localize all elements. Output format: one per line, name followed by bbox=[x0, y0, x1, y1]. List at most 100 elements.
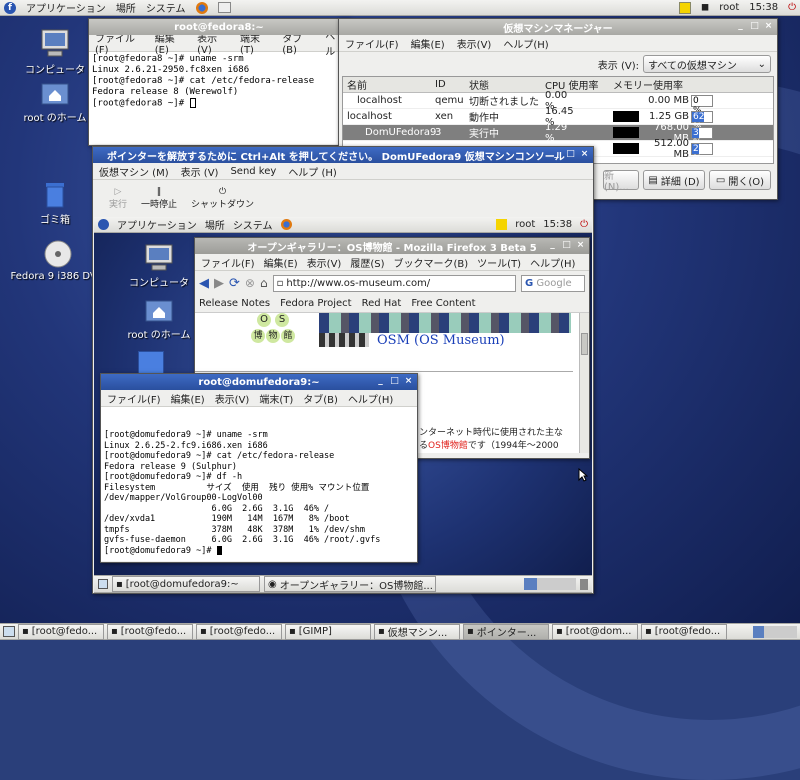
user-name[interactable]: root bbox=[719, 2, 739, 13]
desktop-icon-home[interactable]: root のホーム bbox=[10, 80, 100, 124]
bookmark-red-hat[interactable]: Red Hat bbox=[362, 298, 402, 309]
guest-applications-menu[interactable]: アプリケーション bbox=[117, 217, 197, 232]
notes-icon[interactable] bbox=[496, 219, 508, 230]
show-desktop-icon[interactable] bbox=[3, 626, 15, 637]
guest-trash-icon[interactable] bbox=[138, 351, 164, 375]
home-icon[interactable]: ⌂ bbox=[260, 276, 268, 290]
menu-history[interactable]: 履歴(S) bbox=[350, 255, 384, 270]
menu-vm[interactable]: 仮想マシン (M) bbox=[99, 164, 169, 179]
site-title[interactable]: OSM (OS Museum) bbox=[377, 333, 505, 348]
menu-tabs[interactable]: タブ(B) bbox=[303, 391, 338, 406]
close-icon[interactable]: × bbox=[763, 21, 774, 32]
mail-launcher-icon[interactable] bbox=[217, 2, 231, 13]
taskbar-item[interactable]: ▪ 仮想マシン... bbox=[374, 623, 460, 640]
vm-row[interactable]: DomUFedora93実行中1.29 %768.00 MB37 % bbox=[343, 122, 773, 148]
places-menu[interactable]: 場所 bbox=[116, 0, 136, 15]
bookmark-free-content[interactable]: Free Content bbox=[411, 298, 475, 309]
menu-sendkey[interactable]: Send key bbox=[230, 166, 276, 177]
menu-terminal[interactable]: 端末(T) bbox=[259, 391, 293, 406]
view-filter-select[interactable]: すべての仮想マシン ⌄ bbox=[643, 55, 771, 73]
menu-view[interactable]: 表示(V) bbox=[307, 255, 342, 270]
workspace-switcher[interactable] bbox=[524, 578, 576, 590]
guest-icon-home[interactable]: root のホーム bbox=[114, 297, 204, 341]
terminal-output[interactable]: [root@fedora8 ~]# uname -srm Linux 2.6.21… bbox=[89, 52, 349, 144]
col-memory[interactable]: メモリー使用率 bbox=[613, 77, 683, 92]
guest-icon-computer[interactable]: コンピュータ bbox=[114, 243, 204, 289]
open-button[interactable]: ▭ 開く(O) bbox=[709, 170, 771, 190]
clock[interactable]: 15:38 bbox=[749, 2, 778, 13]
menu-view[interactable]: 表示(V) bbox=[215, 391, 250, 406]
bookmark-fedora-project[interactable]: Fedora Project bbox=[280, 298, 351, 309]
title-bar[interactable]: オープンギャラリー：OS博物館 - Mozilla Firefox 3 Beta… bbox=[195, 238, 589, 254]
guest-places-menu[interactable]: 場所 bbox=[205, 217, 225, 232]
title-bar[interactable]: ポインターを解放するために Ctrl+Alt を押してください。 DomUFed… bbox=[93, 147, 593, 163]
workspace-switcher[interactable] bbox=[753, 625, 797, 638]
taskbar-item[interactable]: ▪ [GIMP] bbox=[285, 623, 371, 640]
scrollbar[interactable] bbox=[579, 313, 589, 453]
guest-user-name[interactable]: root bbox=[515, 219, 535, 230]
col-id[interactable]: ID bbox=[435, 79, 469, 90]
menu-edit[interactable]: 編集(E) bbox=[171, 391, 205, 406]
desktop-icon-computer[interactable]: コンピュータ bbox=[10, 28, 100, 76]
guest-task-terminal[interactable]: ▪ [root@domufedora9:~ bbox=[112, 576, 260, 592]
menu-view[interactable]: 表示 (V) bbox=[181, 164, 219, 179]
show-desktop-icon[interactable] bbox=[98, 579, 108, 589]
menu-file[interactable]: ファイル(F) bbox=[201, 255, 255, 270]
menu-help[interactable]: ヘルプ(H) bbox=[348, 391, 393, 406]
details-button[interactable]: ▤ 詳細 (D) bbox=[643, 170, 705, 190]
guest-screen[interactable]: アプリケーション 場所 システム root 15:38 ⏻ コンピュータ roo… bbox=[94, 217, 592, 593]
menu-view[interactable]: 表示(V) bbox=[457, 36, 492, 51]
firefox-launcher-icon[interactable] bbox=[280, 219, 292, 230]
title-bar[interactable]: root@fedora8:~ _ bbox=[89, 19, 349, 35]
reload-icon[interactable]: ⟳ bbox=[229, 276, 240, 291]
forward-icon[interactable]: ▶ bbox=[214, 276, 224, 291]
new-vm-button[interactable]: 新(N)... bbox=[603, 170, 639, 193]
title-bar[interactable]: root@domufedora9:~ _ □ × bbox=[101, 374, 417, 390]
menu-help[interactable]: ヘルプ (H) bbox=[288, 164, 337, 179]
menu-edit[interactable]: 編集(E) bbox=[411, 36, 445, 51]
vm-console-window[interactable]: ポインターを解放するために Ctrl+Alt を押してください。 DomUFed… bbox=[92, 146, 594, 594]
maximize-icon[interactable]: □ bbox=[749, 21, 760, 32]
notes-icon[interactable] bbox=[678, 1, 691, 14]
trash-applet-icon[interactable] bbox=[580, 578, 588, 590]
system-menu[interactable]: システム bbox=[146, 0, 186, 15]
menu-help[interactable]: ヘルプ(H) bbox=[530, 255, 575, 270]
menu-help[interactable]: ヘルプ(H) bbox=[503, 36, 548, 51]
minimize-icon[interactable]: _ bbox=[551, 149, 562, 160]
minimize-icon[interactable]: _ bbox=[547, 240, 558, 251]
terminal-window-host[interactable]: root@fedora8:~ _ ファイル(F) 編集(E) 表示(V) 端末(… bbox=[88, 18, 350, 146]
terminal-window-guest[interactable]: root@domufedora9:~ _ □ × ファイル(F) 編集(E) 表示(… bbox=[100, 373, 418, 563]
terminal-output[interactable]: [root@domufedora9 ~]# uname -srm Linux 2.… bbox=[101, 407, 417, 561]
close-icon[interactable]: × bbox=[579, 149, 590, 160]
shutdown-button[interactable]: ⏻ シャットダウン bbox=[191, 187, 254, 210]
back-icon[interactable]: ◀ bbox=[199, 276, 209, 291]
menu-file[interactable]: ファイル(F) bbox=[107, 391, 161, 406]
desktop-icon-dvd[interactable]: Fedora 9 i386 DVD bbox=[10, 240, 105, 282]
taskbar-item[interactable]: ▪ [root@fedo... bbox=[641, 623, 727, 640]
taskbar-item[interactable]: ▪ [root@dom... bbox=[552, 623, 638, 640]
taskbar-item[interactable]: ▪ ポインター... bbox=[463, 623, 549, 640]
guest-clock[interactable]: 15:38 bbox=[543, 219, 572, 230]
stop-icon[interactable]: ⊗ bbox=[245, 276, 255, 290]
logout-icon[interactable]: ⏻ bbox=[788, 2, 796, 13]
menu-tools[interactable]: ツール(T) bbox=[477, 255, 521, 270]
menu-file[interactable]: ファイル(F) bbox=[345, 36, 399, 51]
close-icon[interactable]: × bbox=[403, 376, 414, 387]
desktop-icon-trash[interactable]: ゴミ箱 bbox=[10, 180, 100, 226]
taskbar-item[interactable]: ▪ [root@fedo... bbox=[196, 623, 282, 640]
menu-bookmarks[interactable]: ブックマーク(B) bbox=[394, 255, 469, 270]
pause-button[interactable]: ‖ 一時停止 bbox=[141, 187, 177, 210]
fedora-logo-icon[interactable] bbox=[98, 219, 109, 230]
search-input[interactable]: G Google bbox=[521, 274, 585, 292]
close-icon[interactable]: × bbox=[575, 240, 586, 251]
firefox-launcher-icon[interactable] bbox=[195, 1, 208, 14]
guest-task-firefox[interactable]: ◉ オープンギャラリー：OS博物館... bbox=[264, 576, 436, 592]
col-state[interactable]: 状態 bbox=[469, 77, 545, 92]
minimize-icon[interactable]: _ bbox=[375, 376, 386, 387]
minimize-icon[interactable]: _ bbox=[735, 21, 746, 32]
logout-icon[interactable]: ⏻ bbox=[580, 219, 588, 230]
url-bar[interactable]: ▫ http://www.os-museum.com/ bbox=[272, 274, 516, 292]
taskbar-item[interactable]: ▪ [root@fedo... bbox=[18, 623, 104, 640]
bookmark-release-notes[interactable]: Release Notes bbox=[199, 298, 270, 309]
maximize-icon[interactable]: □ bbox=[389, 376, 400, 387]
